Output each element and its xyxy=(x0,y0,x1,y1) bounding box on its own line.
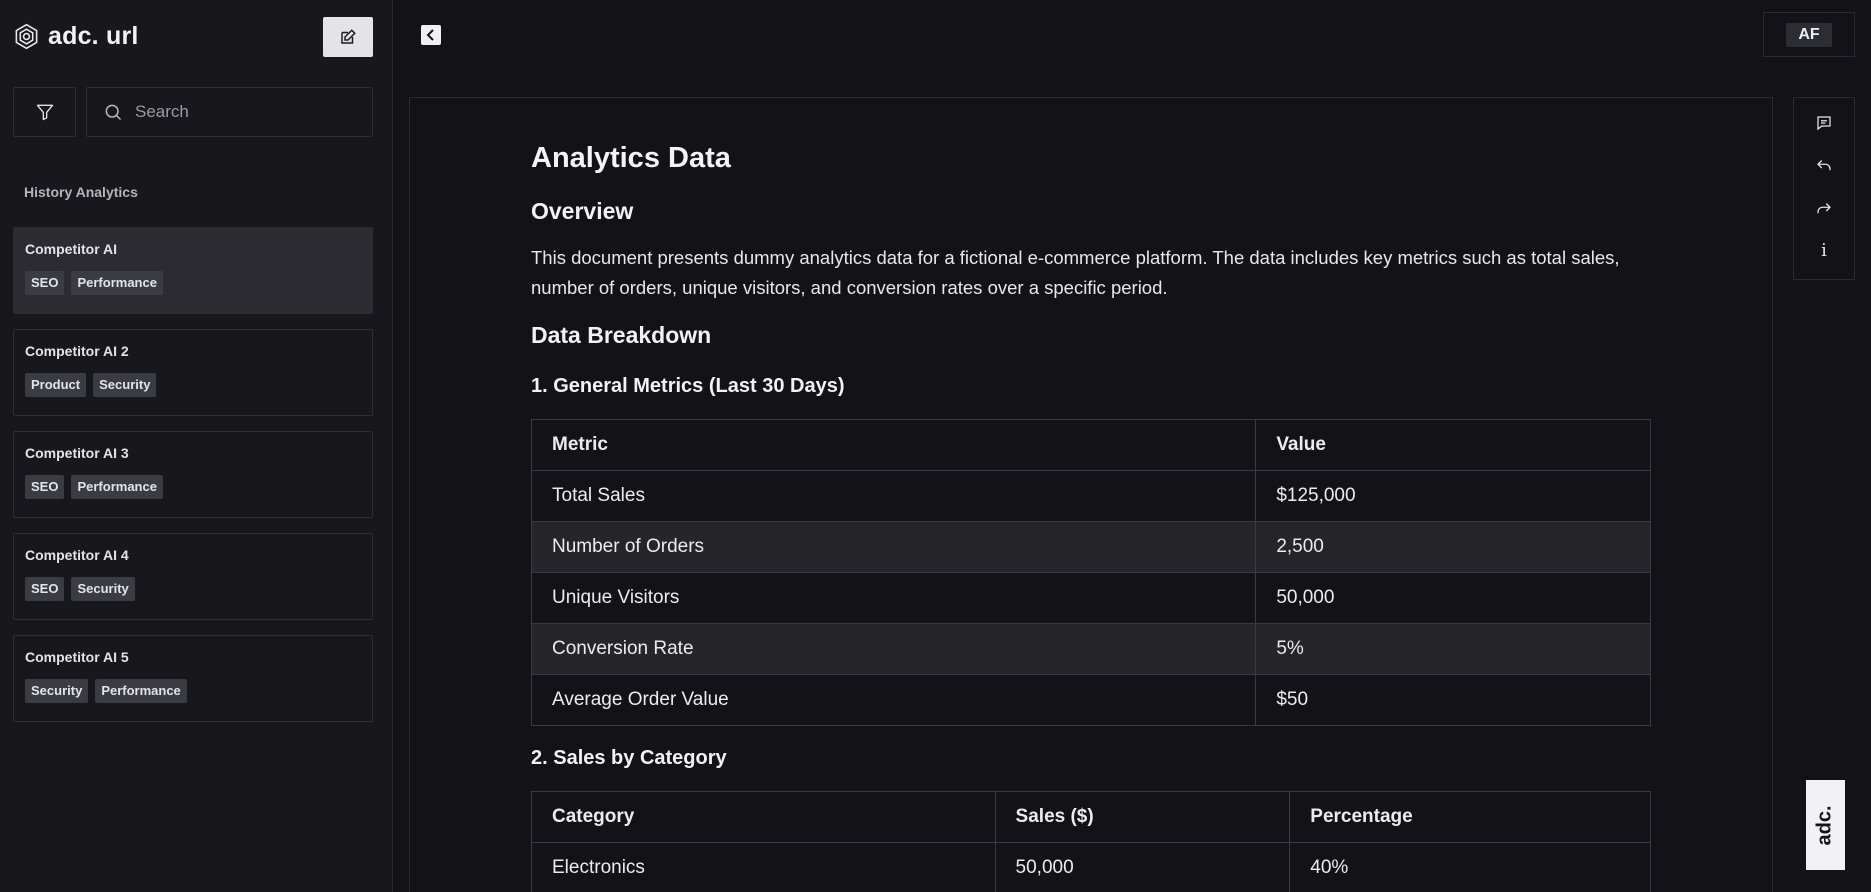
sales-by-category-heading: 2. Sales by Category xyxy=(531,747,727,769)
comment-button[interactable] xyxy=(1809,109,1839,137)
history-item-competitor-ai-2[interactable]: Competitor AI 2 Product Security xyxy=(13,329,373,416)
tag-list: Product Security xyxy=(25,373,361,397)
logo-icon xyxy=(15,23,38,50)
table-cell: 5% xyxy=(1255,623,1651,675)
general-metrics-heading: 1. General Metrics (Last 30 Days) xyxy=(531,375,845,397)
tag-list: SEO Performance xyxy=(25,475,361,499)
new-document-button[interactable] xyxy=(323,17,373,57)
general-metrics-table: Metric Value Total Sales $125,000 Number… xyxy=(530,419,1651,726)
undo-icon xyxy=(1817,160,1831,171)
tag: Performance xyxy=(95,679,187,703)
tag: Security xyxy=(25,679,89,703)
sales-by-category-table: Category Sales ($) Percentage Electronic… xyxy=(531,791,1651,892)
table-row: Total Sales $125,000 xyxy=(530,470,1651,522)
search-input[interactable] xyxy=(135,102,355,122)
tag: Performance xyxy=(71,475,163,499)
tag: Security xyxy=(71,577,135,601)
history-item-competitor-ai-3[interactable]: Competitor AI 3 SEO Performance xyxy=(13,431,373,518)
table-row: Unique Visitors 50,000 xyxy=(530,572,1651,624)
user-menu[interactable]: AF xyxy=(1763,12,1855,57)
collapse-sidebar-icon[interactable] xyxy=(420,24,442,46)
sidebar: adc. url History Analytics Competitor AI… xyxy=(0,0,393,892)
document-toolbar: i xyxy=(1793,97,1855,280)
table-row: Electronics 50,000 40% xyxy=(531,842,1651,892)
table-cell: Unique Visitors xyxy=(530,572,1257,624)
table-cell: Number of Orders xyxy=(530,521,1257,573)
overview-paragraph: This document presents dummy analytics d… xyxy=(531,247,1620,298)
history-item-title: Competitor AI 3 xyxy=(25,445,129,461)
column-header: Sales ($) xyxy=(994,791,1291,843)
column-header: Category xyxy=(531,791,996,843)
history-list: Competitor AI SEO Performance Competitor… xyxy=(13,227,373,737)
table-cell: $50 xyxy=(1255,674,1651,726)
table-cell: Electronics xyxy=(531,842,996,892)
comment-icon xyxy=(1817,116,1831,131)
table-cell: Conversion Rate xyxy=(530,623,1257,675)
brand[interactable]: adc. url xyxy=(13,22,139,51)
table-cell: 2,500 xyxy=(1255,521,1651,573)
filter-icon xyxy=(36,104,53,121)
avatar: AF xyxy=(1786,22,1832,47)
document-panel: Analytics Data Overview This document pr… xyxy=(409,97,1773,892)
table-row: Number of Orders 2,500 xyxy=(530,521,1651,573)
tag: SEO xyxy=(25,577,65,601)
table-cell: Average Order Value xyxy=(530,674,1257,726)
table-cell: 50,000 xyxy=(1255,572,1651,624)
document-title: Analytics Data xyxy=(531,142,731,174)
edit-icon xyxy=(341,29,356,44)
badge-label: adc. xyxy=(1814,804,1836,846)
history-item-competitor-ai-5[interactable]: Competitor AI 5 Security Performance xyxy=(13,635,373,722)
history-item-title: Competitor AI 2 xyxy=(25,343,129,359)
history-item-competitor-ai-4[interactable]: Competitor AI 4 SEO Security xyxy=(13,533,373,620)
table-header-row: Metric Value xyxy=(530,419,1651,471)
table-row: Conversion Rate 5% xyxy=(530,623,1651,675)
adc-badge[interactable]: adc. xyxy=(1806,780,1845,870)
filter-button[interactable] xyxy=(13,87,76,137)
table-cell: 40% xyxy=(1289,842,1651,892)
tag: SEO xyxy=(25,271,65,295)
overview-heading: Overview xyxy=(531,198,634,224)
table-header-row: Category Sales ($) Percentage xyxy=(531,791,1651,843)
table-cell: $125,000 xyxy=(1255,470,1651,522)
table-row: Average Order Value $50 xyxy=(530,674,1651,726)
history-item-title: Competitor AI 4 xyxy=(25,547,129,563)
column-header: Value xyxy=(1255,419,1651,471)
history-section-title: History Analytics xyxy=(24,184,138,200)
history-item-title: Competitor AI xyxy=(25,241,118,257)
tag: SEO xyxy=(25,475,65,499)
column-header: Percentage xyxy=(1289,791,1651,843)
table-cell: Total Sales xyxy=(530,470,1257,522)
tag-list: Security Performance xyxy=(25,679,361,703)
tag: Performance xyxy=(71,271,163,295)
tag-list: SEO Performance xyxy=(25,271,361,295)
table-cell: 50,000 xyxy=(994,842,1291,892)
brand-name: adc. url xyxy=(48,22,139,50)
search-box[interactable] xyxy=(86,87,373,137)
data-breakdown-heading: Data Breakdown xyxy=(531,322,712,348)
redo-icon xyxy=(1817,202,1831,213)
tag: Product xyxy=(25,373,87,397)
info-icon: i xyxy=(1821,239,1827,261)
info-button[interactable]: i xyxy=(1809,237,1839,265)
tag-list: SEO Security xyxy=(25,577,361,601)
column-header: Metric xyxy=(530,419,1257,471)
search-icon xyxy=(105,104,122,121)
history-item-title: Competitor AI 5 xyxy=(25,649,129,665)
redo-button[interactable] xyxy=(1809,194,1839,222)
history-item-competitor-ai[interactable]: Competitor AI SEO Performance xyxy=(13,227,373,314)
undo-button[interactable] xyxy=(1809,152,1839,180)
tag: Security xyxy=(93,373,157,397)
